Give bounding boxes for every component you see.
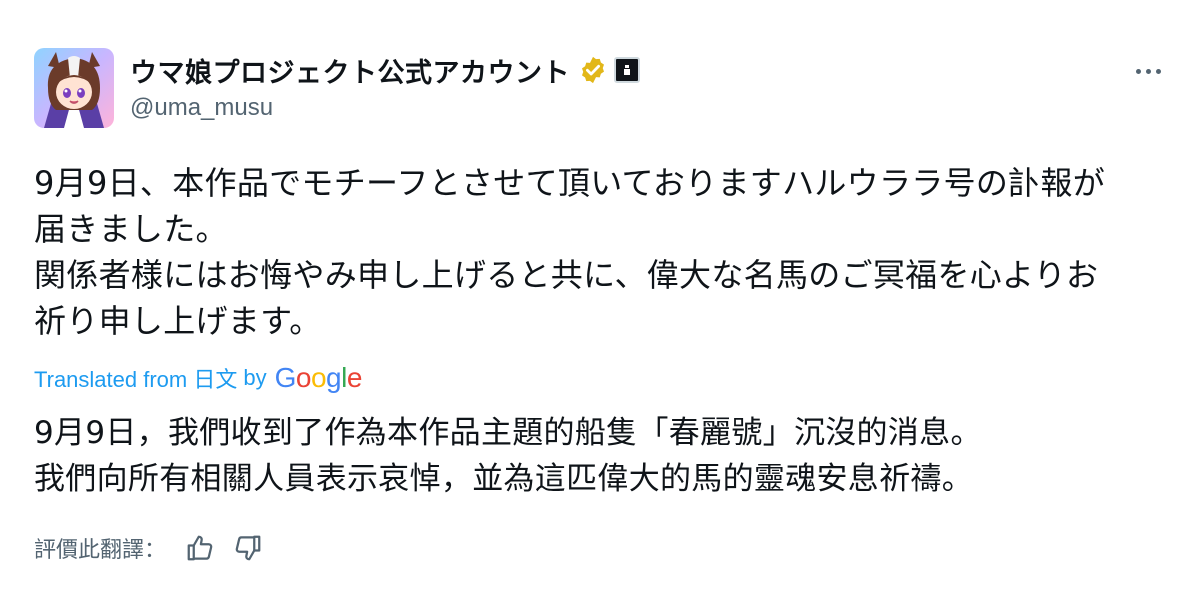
display-name[interactable]: ウマ娘プロジェクト公式アカウント: [130, 51, 570, 90]
translation-line: 我們向所有相關人員表示哀悼，並為這匹偉大的馬的靈魂安息祈禱。: [34, 461, 973, 497]
thumbs-down-icon[interactable]: [232, 532, 264, 564]
translated-by-label: by: [243, 365, 267, 390]
tweet-line: 届きました。: [34, 210, 228, 248]
thumbs-up-icon[interactable]: [184, 532, 216, 564]
avatar-image: [34, 48, 114, 128]
google-logo: Google: [274, 362, 363, 393]
tweet-card: ウマ娘プロジェクト公式アカウント @uma_musu 9月9日、本作品でモチーフ: [0, 0, 1200, 608]
verified-gold-badge-icon[interactable]: [578, 55, 608, 85]
translated-text: 9月9日，我們收到了作為本作品主題的船隻「春麗號」沉沒的消息。 我們向所有相關人…: [34, 410, 1164, 502]
account-names: ウマ娘プロジェクト公式アカウント @uma_musu: [130, 48, 640, 122]
display-name-row: ウマ娘プロジェクト公式アカウント: [130, 48, 640, 92]
tweet-line: 関係者様にはお悔やみ申し上げると共に、偉大な名馬のご冥福を心よりお: [34, 256, 1099, 294]
translation-line: 9月9日，我們收到了作為本作品主題的船隻「春麗號」沉沒的消息。: [34, 415, 982, 451]
cygames-affiliate-icon[interactable]: [614, 57, 640, 83]
more-horizontal-icon[interactable]: [1130, 58, 1166, 84]
translated-from-link[interactable]: Translated from 日文 by Google: [34, 362, 362, 394]
account-handle[interactable]: @uma_musu: [130, 94, 640, 122]
tweet-line: 9月9日、本作品でモチーフとさせて頂いておりますハルウララ号の訃報が: [34, 164, 1106, 202]
rate-translation: 評價此翻譯：: [34, 532, 264, 564]
tweet-header: ウマ娘プロジェクト公式アカウント @uma_musu: [34, 48, 640, 128]
translated-from-label: Translated from 日文: [34, 367, 238, 392]
avatar[interactable]: [34, 48, 114, 128]
tweet-line: 祈り申し上げます。: [34, 302, 322, 340]
tweet-text: 9月9日、本作品でモチーフとさせて頂いておりますハルウララ号の訃報が 届きました…: [34, 160, 1164, 344]
rate-translation-label: 評價此翻譯：: [34, 538, 167, 563]
